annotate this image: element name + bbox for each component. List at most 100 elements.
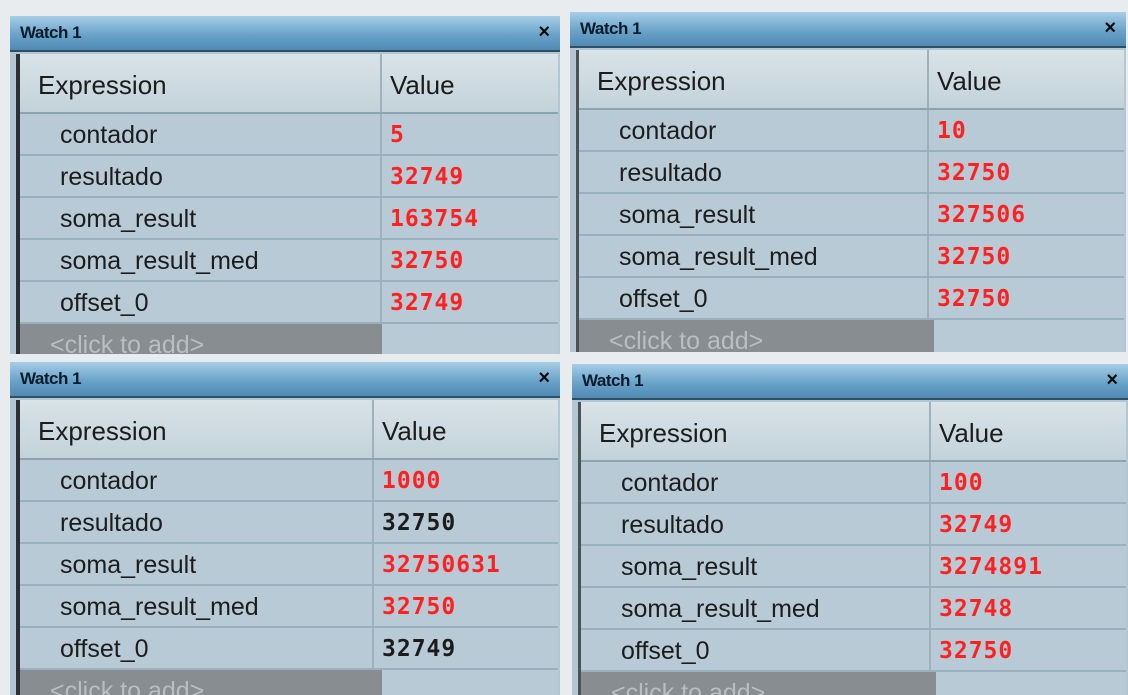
watch-value[interactable]: 32750631 [382, 552, 501, 578]
watch-expression[interactable]: soma_result_med [60, 247, 259, 276]
add-expression-cell[interactable]: <click to add> [20, 670, 382, 695]
watch-value[interactable]: 3274891 [939, 554, 1043, 580]
watch-row[interactable]: soma_result 327506 [579, 194, 1124, 236]
watch-row[interactable]: contador 1000 [20, 460, 558, 502]
watch-table: Expression Value contador 5 resultado 32749… [16, 54, 558, 354]
value-column-header[interactable]: Value [939, 418, 1004, 449]
expression-column-header[interactable]: Expression [38, 70, 167, 101]
column-divider [372, 544, 374, 584]
watch-expression[interactable]: soma_result [60, 551, 196, 580]
watch-row[interactable]: soma_result_med 32750 [20, 240, 558, 282]
watch-titlebar[interactable]: Watch 1 × [10, 16, 560, 52]
add-expression-label[interactable]: <click to add> [50, 677, 204, 695]
watch-row[interactable]: contador 5 [20, 114, 558, 156]
watch-expression[interactable]: offset_0 [621, 637, 710, 666]
watch-row[interactable]: resultado 32750 [579, 152, 1124, 194]
add-expression-label[interactable]: <click to add> [609, 327, 763, 352]
watch-value[interactable]: 32749 [390, 164, 464, 190]
watch-row[interactable]: soma_result 32750631 [20, 544, 558, 586]
column-divider [372, 586, 374, 626]
value-column-header[interactable]: Value [390, 70, 455, 101]
add-expression-cell[interactable]: <click to add> [581, 672, 936, 695]
watch-row[interactable]: resultado 32749 [581, 504, 1126, 546]
expression-column-header[interactable]: Expression [599, 418, 728, 449]
add-expression-cell[interactable]: <click to add> [579, 320, 934, 352]
watch-row[interactable]: soma_result_med 32748 [581, 588, 1126, 630]
close-icon[interactable]: × [538, 367, 550, 389]
watch-expression[interactable]: resultado [619, 159, 722, 188]
watch-row[interactable]: contador 10 [579, 110, 1124, 152]
watch-value[interactable]: 32749 [390, 290, 464, 316]
add-expression-cell[interactable]: <click to add> [20, 324, 382, 354]
watch-expression[interactable]: soma_result_med [621, 595, 820, 624]
watch-row[interactable]: resultado 32750 [20, 502, 558, 544]
watch-row[interactable]: offset_0 32749 [20, 628, 558, 670]
watch-value[interactable]: 32750 [939, 638, 1013, 664]
watch-value[interactable]: 32748 [939, 596, 1013, 622]
watch-value[interactable]: 32750 [937, 286, 1011, 312]
watch-rows: contador 10 resultado 32750 soma_result 32750… [579, 110, 1124, 352]
watch-expression[interactable]: offset_0 [60, 635, 149, 664]
add-expression-row[interactable]: <click to add> [581, 672, 1126, 695]
watch-row[interactable]: contador 100 [581, 462, 1126, 504]
watch-expression[interactable]: soma_result_med [60, 593, 259, 622]
value-column-header[interactable]: Value [382, 416, 447, 447]
column-divider[interactable] [380, 54, 382, 112]
watch-value[interactable]: 32750 [937, 160, 1011, 186]
watch-value[interactable]: 32750 [382, 594, 456, 620]
watch-expression[interactable]: soma_result_med [619, 243, 818, 272]
column-divider[interactable] [372, 400, 374, 458]
watch-expression[interactable]: resultado [60, 163, 163, 192]
add-expression-label[interactable]: <click to add> [611, 679, 765, 695]
watch-expression[interactable]: soma_result [60, 205, 196, 234]
add-expression-label[interactable]: <click to add> [50, 331, 204, 354]
watch-value[interactable]: 1000 [382, 468, 441, 494]
watch-expression[interactable]: offset_0 [619, 285, 708, 314]
watch-value[interactable]: 163754 [390, 206, 479, 232]
watch-row[interactable]: soma_result 163754 [20, 198, 558, 240]
watch-expression[interactable]: offset_0 [60, 289, 149, 318]
expression-column-header[interactable]: Expression [38, 416, 167, 447]
column-divider[interactable] [929, 402, 931, 460]
expression-column-header[interactable]: Expression [597, 66, 726, 97]
watch-row[interactable]: resultado 32749 [20, 156, 558, 198]
watch-expression[interactable]: soma_result [619, 201, 755, 230]
value-column-header[interactable]: Value [937, 66, 1002, 97]
watch-value[interactable]: 327506 [937, 202, 1026, 228]
watch-titlebar[interactable]: Watch 1 × [10, 362, 560, 398]
close-icon[interactable]: × [538, 21, 550, 43]
watch-titlebar[interactable]: Watch 1 × [572, 364, 1128, 400]
column-divider[interactable] [927, 50, 929, 108]
watch-value[interactable]: 32750 [937, 244, 1011, 270]
watch-expression[interactable]: contador [619, 117, 716, 146]
watch-row[interactable]: offset_0 32750 [581, 630, 1126, 672]
watch-value[interactable]: 32749 [382, 636, 456, 662]
watch-expression[interactable]: resultado [621, 511, 724, 540]
watch-titlebar[interactable]: Watch 1 × [570, 12, 1126, 48]
watch-value[interactable]: 10 [937, 118, 967, 144]
watch-row[interactable]: soma_result_med 32750 [579, 236, 1124, 278]
column-divider [927, 152, 929, 192]
column-divider [927, 278, 929, 318]
watch-expression[interactable]: contador [60, 467, 157, 496]
watch-row[interactable]: soma_result_med 32750 [20, 586, 558, 628]
watch-value[interactable]: 5 [390, 122, 405, 148]
watch-expression[interactable]: resultado [60, 509, 163, 538]
watch-value[interactable]: 32750 [390, 248, 464, 274]
watch-expression[interactable]: contador [60, 121, 157, 150]
add-expression-row[interactable]: <click to add> [20, 324, 558, 354]
watch-rows: contador 100 resultado 32749 soma_result 3274… [581, 462, 1126, 695]
add-expression-row[interactable]: <click to add> [20, 670, 558, 695]
watch-expression[interactable]: contador [621, 469, 718, 498]
watch-expression[interactable]: soma_result [621, 553, 757, 582]
watch-value[interactable]: 100 [939, 470, 984, 496]
watch-row[interactable]: soma_result 3274891 [581, 546, 1126, 588]
watch-value[interactable]: 32750 [382, 510, 456, 536]
watch-row[interactable]: offset_0 32749 [20, 282, 558, 324]
watch-row[interactable]: offset_0 32750 [579, 278, 1124, 320]
watch-title: Watch 1 [580, 19, 642, 38]
add-expression-row[interactable]: <click to add> [579, 320, 1124, 352]
close-icon[interactable]: × [1106, 369, 1118, 391]
close-icon[interactable]: × [1104, 17, 1116, 39]
watch-value[interactable]: 32749 [939, 512, 1013, 538]
